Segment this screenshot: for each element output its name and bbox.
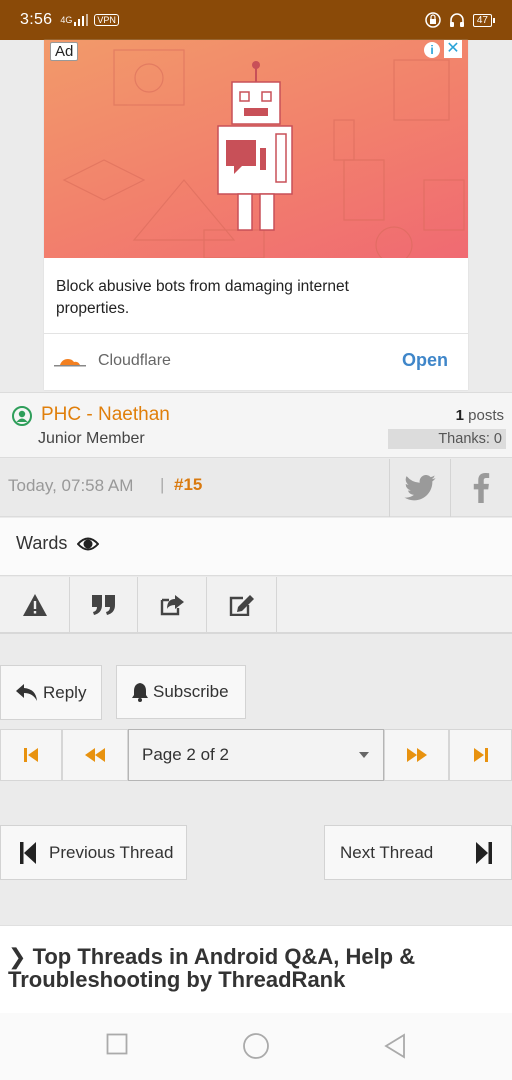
page-select[interactable]: Page 2 of 2	[128, 729, 384, 781]
top-threads-title-line2: Troubleshooting by ThreadRank	[8, 967, 346, 992]
post-content: Wards	[16, 533, 68, 553]
next-page-button[interactable]	[384, 729, 449, 781]
page-select-value: Page 2 of 2	[142, 745, 229, 764]
share-twitter-button[interactable]	[389, 459, 450, 517]
next-thread-button[interactable]: Next Thread	[324, 825, 512, 880]
status-bar: 3:56 4G VPN 47	[0, 0, 512, 40]
ad-headline[interactable]: Block abusive bots from damaging interne…	[56, 276, 416, 320]
report-button[interactable]	[0, 577, 70, 632]
signal-indicator: 4G	[60, 15, 73, 25]
signal-bars-icon	[74, 14, 89, 26]
robot-icon	[217, 61, 293, 231]
close-icon[interactable]: ✕	[444, 40, 462, 58]
ad-advertiser[interactable]: Cloudflare	[54, 352, 171, 370]
first-page-icon	[24, 748, 38, 762]
rewind-icon	[85, 748, 105, 762]
ad-image[interactable]: Ad i ✕	[44, 40, 468, 258]
bell-icon	[132, 683, 148, 702]
subscribe-button[interactable]: Subscribe	[116, 665, 246, 719]
ad-divider	[44, 333, 468, 334]
headphones-icon	[449, 13, 464, 27]
home-icon[interactable]	[242, 1032, 270, 1060]
share-facebook-button[interactable]	[450, 459, 511, 517]
ad-card[interactable]: Ad i ✕ Block abusive bots from damaging …	[44, 40, 468, 390]
quote-icon	[91, 594, 115, 615]
last-page-button[interactable]	[449, 729, 512, 781]
fast-forward-icon	[406, 748, 427, 762]
system-nav-bar	[0, 1013, 512, 1080]
reply-label: Reply	[43, 682, 87, 702]
quote-button[interactable]	[70, 577, 138, 632]
edit-post-button[interactable]	[207, 577, 277, 632]
post-header: PHC - Naethan Junior Member 1 posts Than…	[0, 392, 512, 458]
post-user-title: Junior Member	[38, 430, 145, 447]
next-thread-icon	[476, 842, 492, 864]
user-online-icon	[12, 406, 32, 426]
post-actions	[0, 577, 512, 634]
first-page-button[interactable]	[0, 729, 62, 781]
last-page-icon	[473, 748, 488, 762]
post-count-label: posts	[468, 407, 504, 424]
vpn-indicator: VPN	[94, 14, 119, 26]
top-threads-title[interactable]: ❯ Top Threads in Android Q&A, Help & Tro…	[8, 945, 488, 991]
back-icon[interactable]	[384, 1033, 406, 1059]
post-meta: Today, 07:58 AM | #15	[0, 459, 512, 517]
ad-illustration	[62, 49, 465, 258]
previous-thread-label: Previous Thread	[49, 842, 174, 862]
reply-button[interactable]: Reply	[0, 665, 102, 720]
post-username[interactable]: PHC - Naethan	[41, 404, 170, 426]
top-threads-title-line1: Top Threads in Android Q&A, Help &	[32, 944, 416, 969]
post-number[interactable]: #15	[174, 475, 202, 495]
post-count-value: 1	[455, 407, 464, 424]
share-post-button[interactable]	[138, 577, 207, 632]
chevron-down-icon	[359, 752, 369, 758]
post-date: Today, 07:58 AM	[8, 476, 134, 495]
status-time: 3:56	[20, 11, 53, 28]
twitter-icon	[404, 475, 436, 501]
thanks-count: Thanks: 0	[388, 429, 506, 449]
edit-icon	[229, 594, 254, 616]
pagination: Page 2 of 2	[0, 729, 512, 781]
previous-thread-icon	[20, 841, 36, 864]
previous-page-button[interactable]	[62, 729, 128, 781]
meta-separator: |	[160, 475, 165, 494]
ad-badge: Ad	[50, 42, 79, 61]
subscribe-label: Subscribe	[153, 682, 229, 701]
ad-open-button[interactable]: Open	[402, 350, 448, 371]
lock-status-icon	[425, 12, 441, 28]
post-count: 1 posts	[456, 407, 504, 424]
previous-thread-button[interactable]: Previous Thread	[0, 825, 187, 880]
reply-icon	[16, 683, 37, 701]
info-icon[interactable]: i	[424, 42, 440, 58]
cloudflare-logo-icon	[54, 359, 86, 367]
ad-advertiser-name: Cloudflare	[98, 352, 171, 369]
post-body: Wards	[0, 518, 512, 576]
recents-icon[interactable]	[106, 1033, 128, 1055]
eye-icon	[77, 537, 99, 551]
share-icon	[160, 594, 184, 615]
next-thread-label: Next Thread	[340, 842, 434, 862]
battery-indicator: 47	[472, 13, 496, 27]
facebook-icon	[473, 473, 490, 503]
report-icon	[22, 593, 47, 616]
chevron-right-icon: ❯	[8, 944, 27, 969]
top-threads-section[interactable]: ❯ Top Threads in Android Q&A, Help & Tro…	[0, 925, 512, 1013]
